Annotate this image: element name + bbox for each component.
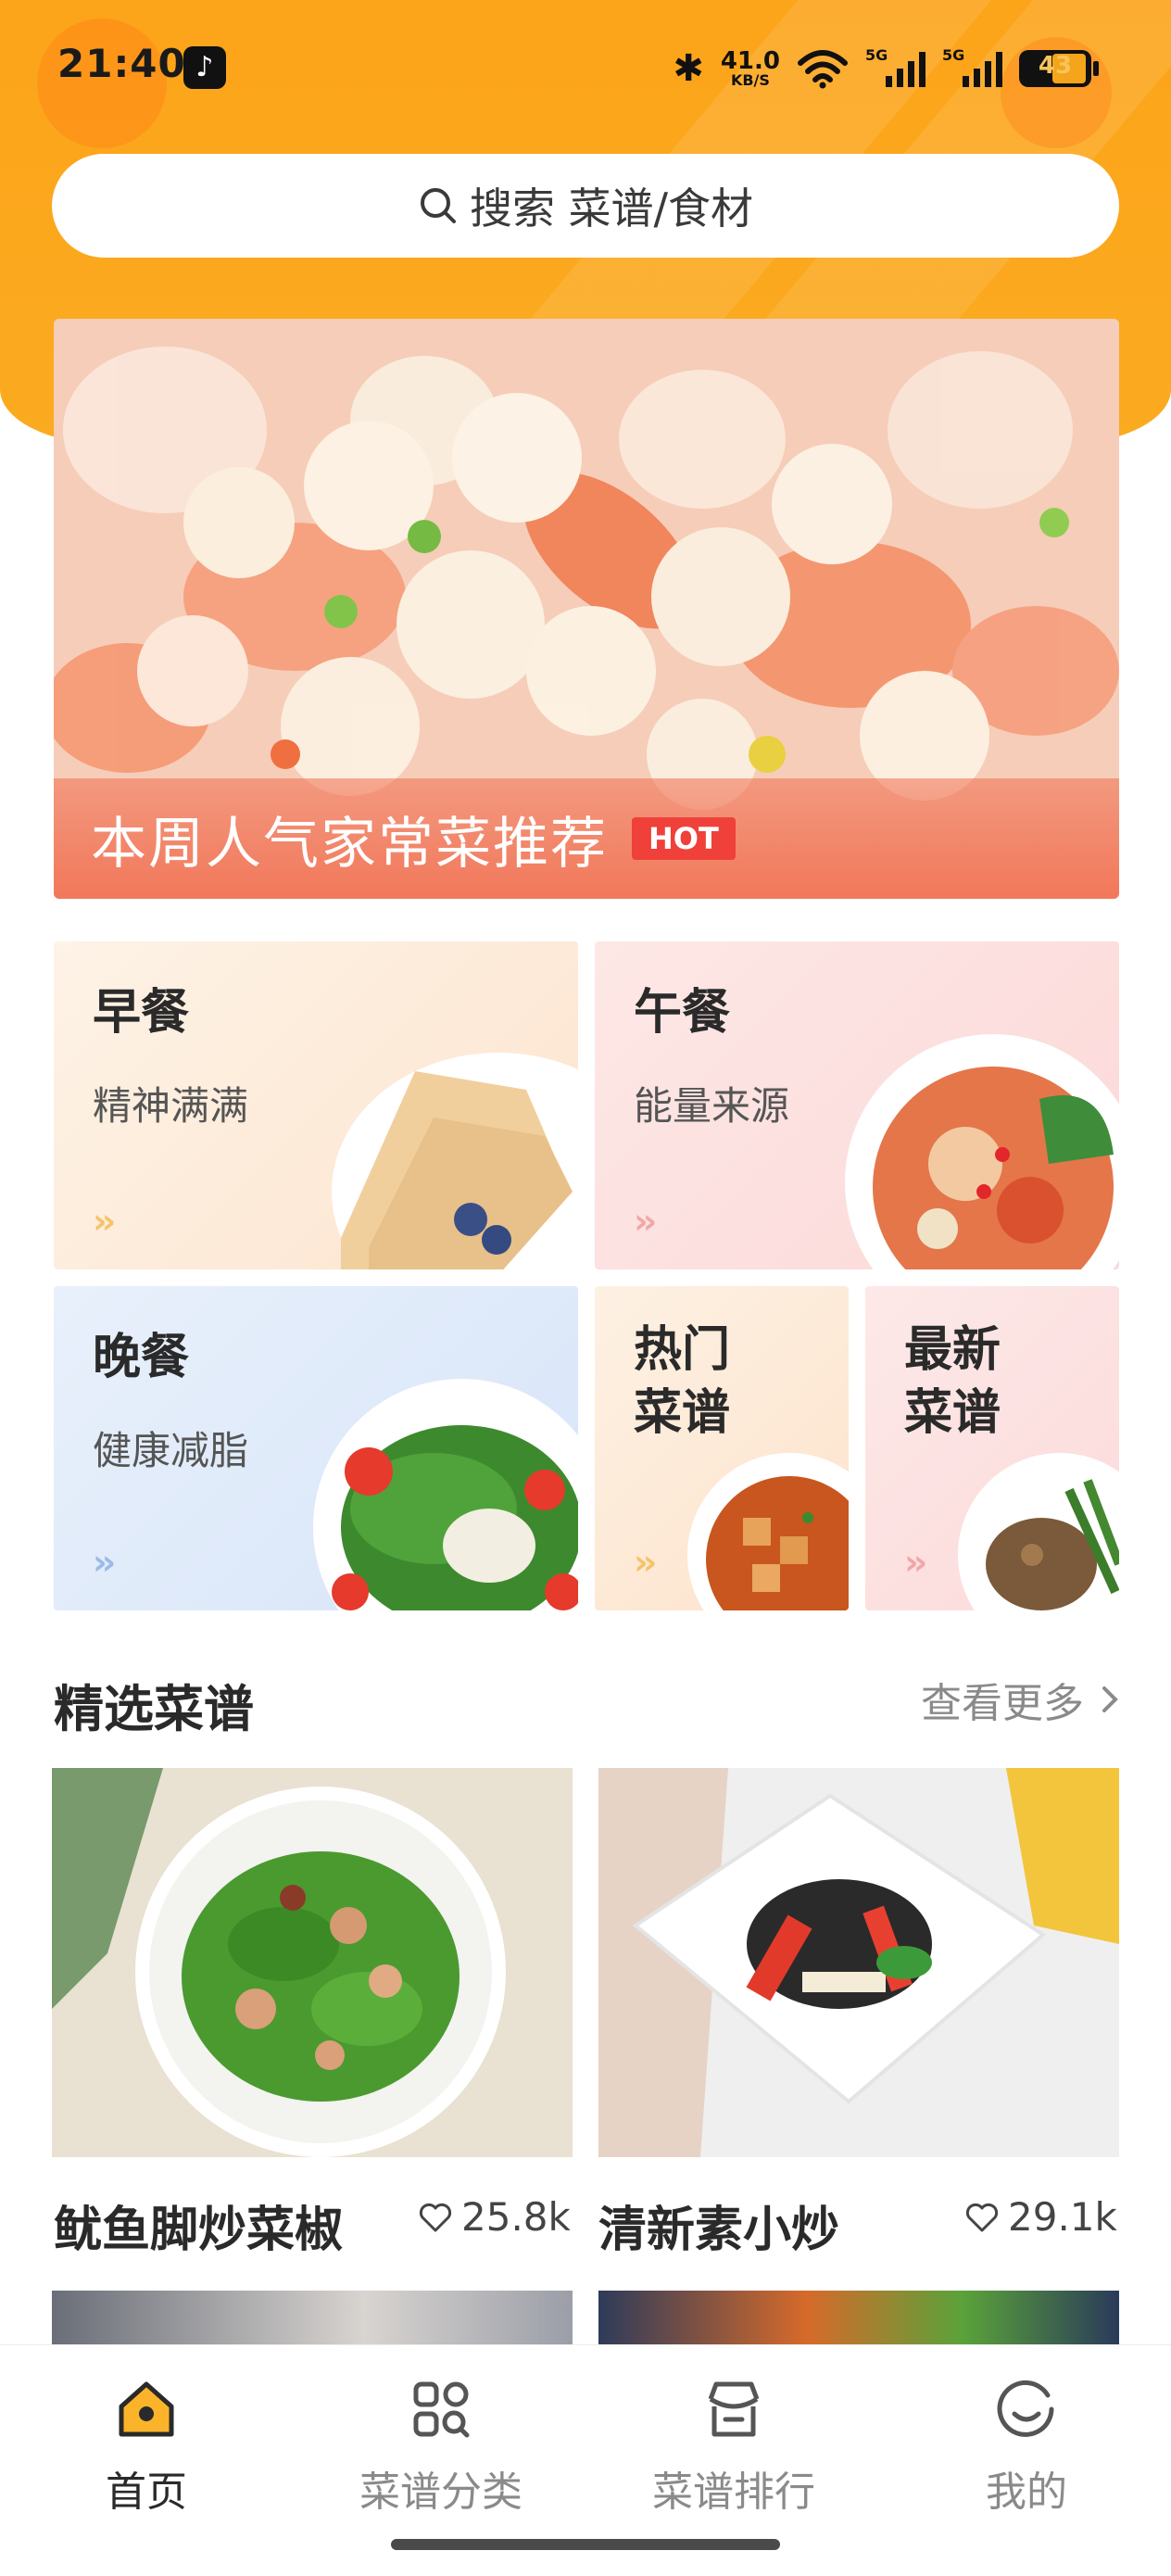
category-subtitle: 能量来源 <box>634 1083 790 1129</box>
tofu-dish-image <box>687 1453 849 1610</box>
featured-banner[interactable]: 本周人气家常菜推荐 HOT <box>54 319 1119 899</box>
category-lunch[interactable]: 午餐 能量来源 ›› <box>595 941 1119 1269</box>
recipe-image[interactable] <box>598 2291 1119 2346</box>
store-icon <box>708 2381 760 2437</box>
nav-label: 我的 <box>986 2469 1067 2516</box>
double-chevron-icon: ›› <box>93 1542 116 1583</box>
stirfry-dish-image <box>958 1453 1119 1610</box>
status-icons: ✱ 41.0 KB/S 5G 5G 43 <box>673 43 1099 95</box>
section-title: 精选菜谱 <box>54 1668 254 1741</box>
recipe-name[interactable]: 鱿鱼脚炒菜椒 <box>54 2191 343 2260</box>
nav-label: 首页 <box>106 2469 187 2516</box>
double-chevron-icon: ›› <box>634 1201 657 1242</box>
banner-caption: 本周人气家常菜推荐 HOT <box>54 778 1119 899</box>
squid-pepper-dish-image <box>52 1768 573 2157</box>
category-subtitle: 精神满满 <box>93 1083 249 1129</box>
category-new-recipes[interactable]: 最新 菜谱 ›› <box>865 1286 1119 1610</box>
net-speed-unit: KB/S <box>730 71 770 89</box>
home-icon <box>119 2381 174 2437</box>
see-more-link[interactable]: 查看更多 <box>921 1670 1119 1729</box>
category-breakfast[interactable]: 早餐 精神满满 ›› <box>54 941 578 1269</box>
see-more-label: 查看更多 <box>921 1680 1084 1727</box>
battery-icon: 43 <box>1019 50 1099 87</box>
recipe-likes[interactable]: 25.8k <box>419 2194 571 2240</box>
category-title: 早餐 <box>93 985 190 1041</box>
search-icon <box>420 188 456 223</box>
heart-icon <box>965 2203 999 2231</box>
recipe-likes[interactable]: 29.1k <box>965 2194 1117 2240</box>
signal-icon: 5G <box>942 46 1002 87</box>
category-hot-recipes[interactable]: 热门 菜谱 ›› <box>595 1286 849 1610</box>
home-indicator[interactable] <box>391 2539 780 2550</box>
net-speed-value: 41.0 <box>720 47 780 75</box>
salad-image <box>313 1379 578 1610</box>
grid-icon <box>413 2381 470 2438</box>
double-chevron-icon: ›› <box>93 1201 116 1242</box>
veggie-stirfry-image <box>598 1768 1119 2157</box>
wifi-icon <box>798 50 848 89</box>
status-bar: 21:40 ♪ ✱ 41.0 KB/S 5G 5G 43 <box>0 0 1171 130</box>
recipe-name[interactable]: 清新素小炒 <box>598 2191 839 2260</box>
section-title-text: 精选菜谱 <box>54 1680 254 1738</box>
nav-profile[interactable]: 我的 <box>897 2377 1156 2518</box>
hot-badge: HOT <box>632 817 736 860</box>
nav-categories[interactable]: 菜谱分类 <box>311 2377 571 2518</box>
category-dinner[interactable]: 晚餐 健康减脂 ›› <box>54 1286 578 1610</box>
signal-icon: 5G <box>865 46 925 87</box>
banner-title: 本周人气家常菜推荐 <box>91 811 608 877</box>
search-placeholder: 搜索 菜谱/食材 <box>469 183 754 234</box>
likes-count: 25.8k <box>461 2194 571 2240</box>
recipe-image[interactable] <box>52 1768 573 2157</box>
category-subtitle: 健康减脂 <box>93 1428 249 1473</box>
recipe-image[interactable] <box>52 2291 573 2346</box>
double-chevron-icon: ›› <box>904 1542 927 1583</box>
nav-home[interactable]: 首页 <box>17 2377 276 2518</box>
battery-level: 43 <box>1038 52 1073 80</box>
tiktok-icon: ♪ <box>183 46 226 89</box>
likes-count: 29.1k <box>1008 2194 1117 2240</box>
smile-icon <box>997 2380 1054 2437</box>
category-title: 晚餐 <box>93 1330 190 1385</box>
nav-label: 菜谱排行 <box>652 2469 815 2516</box>
signal-label: 5G <box>942 46 965 64</box>
noodle-dish-image <box>845 1034 1119 1269</box>
bread-image <box>332 1053 578 1269</box>
nav-ranking[interactable]: 菜谱排行 <box>604 2377 863 2518</box>
category-title: 热门 菜谱 <box>634 1322 731 1441</box>
nav-label: 菜谱分类 <box>359 2469 523 2516</box>
net-speed: 41.0 KB/S <box>721 49 780 88</box>
recipe-image[interactable] <box>598 1768 1119 2157</box>
category-title: 午餐 <box>634 985 731 1041</box>
heart-icon <box>419 2203 452 2231</box>
status-time: 21:40 <box>57 41 186 86</box>
search-input[interactable]: 搜索 菜谱/食材 <box>52 154 1119 258</box>
double-chevron-icon: ›› <box>634 1542 657 1583</box>
chevron-right-icon <box>1102 1686 1118 1712</box>
signal-label: 5G <box>865 46 888 64</box>
category-title: 最新 菜谱 <box>904 1322 1001 1441</box>
bluetooth-icon: ✱ <box>673 47 704 90</box>
